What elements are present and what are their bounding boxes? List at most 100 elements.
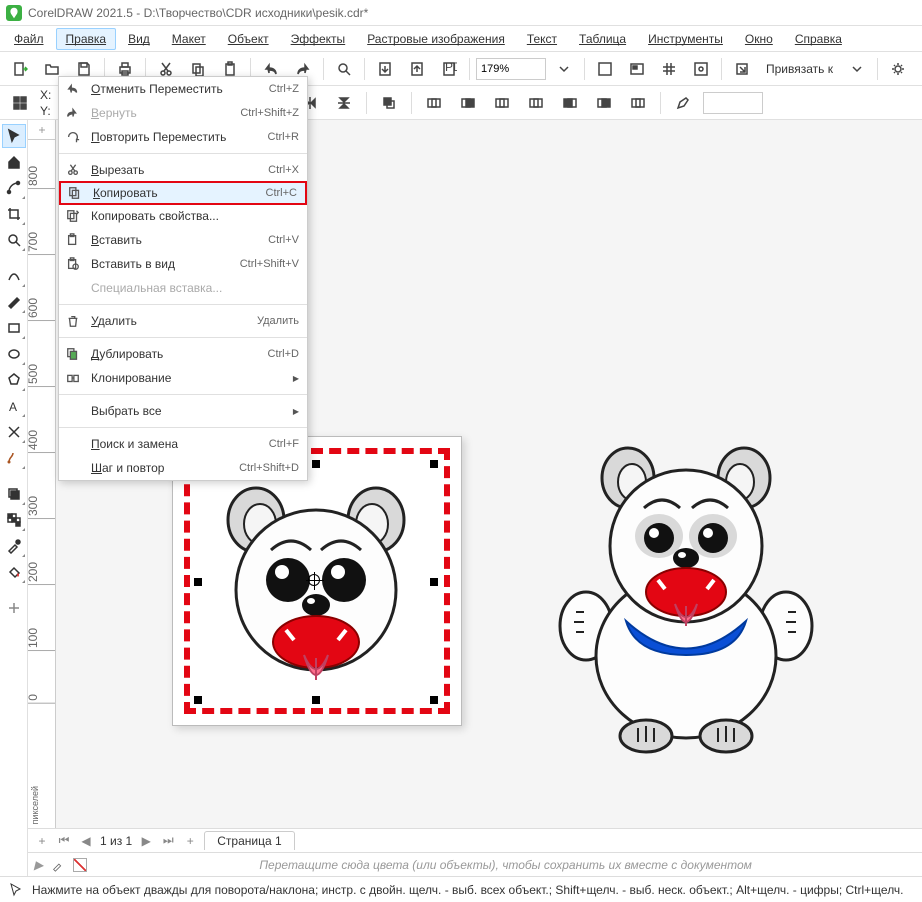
- sel-handle-w[interactable]: [194, 578, 202, 586]
- eyedropper-icon[interactable]: [51, 858, 65, 872]
- ruler-unit-label: пикселей: [30, 786, 40, 824]
- new-doc-button[interactable]: [6, 55, 34, 83]
- guides-button[interactable]: [687, 55, 715, 83]
- snap-dropdown-button[interactable]: [843, 55, 871, 83]
- presets-button[interactable]: [6, 89, 34, 117]
- transparency-tool[interactable]: [2, 508, 26, 532]
- last-page-button[interactable]: ⏭: [160, 833, 176, 849]
- menu-tools[interactable]: Инструменты: [638, 28, 733, 50]
- polygon-tool[interactable]: [2, 368, 26, 392]
- mirror-v-button[interactable]: [330, 89, 358, 117]
- launch-button[interactable]: [728, 55, 756, 83]
- pick-tool[interactable]: [2, 124, 26, 148]
- menu-item[interactable]: Шаг и повторCtrl+Shift+D: [59, 456, 307, 480]
- zoom-input[interactable]: [476, 58, 546, 80]
- zoom-tool[interactable]: [2, 228, 26, 252]
- menu-object[interactable]: Объект: [218, 28, 279, 50]
- order-front-button[interactable]: [375, 89, 403, 117]
- menu-item[interactable]: Копировать свойства...: [59, 204, 307, 228]
- simplify-button[interactable]: [522, 89, 550, 117]
- menu-view[interactable]: Вид: [118, 28, 160, 50]
- menu-item[interactable]: Повторить ПереместитьCtrl+R: [59, 125, 307, 149]
- snap-to-label[interactable]: Привязать к: [760, 62, 839, 76]
- menu-help[interactable]: Справка: [785, 28, 852, 50]
- outline-width-input[interactable]: [703, 92, 763, 114]
- menu-table[interactable]: Таблица: [569, 28, 636, 50]
- add-tool[interactable]: [2, 596, 26, 620]
- menu-bitmaps[interactable]: Растровые изображения: [357, 28, 515, 50]
- menu-item[interactable]: ВставитьCtrl+V: [59, 228, 307, 252]
- dimension-tool[interactable]: [2, 420, 26, 444]
- eyedropper-tool[interactable]: [2, 534, 26, 558]
- grid-button[interactable]: [655, 55, 683, 83]
- sel-handle-ne[interactable]: [430, 460, 438, 468]
- edit-menu-dropdown: Отменить ПереместитьCtrl+ZВернутьCtrl+Sh…: [58, 76, 308, 481]
- publish-pdf-button[interactable]: PDF: [435, 55, 463, 83]
- back-minus-front-button[interactable]: [590, 89, 618, 117]
- menu-item: Специальная вставка...: [59, 276, 307, 300]
- menu-text[interactable]: Текст: [517, 28, 567, 50]
- menu-item[interactable]: Вставить в видCtrl+Shift+V: [59, 252, 307, 276]
- sel-center-marker[interactable]: [308, 574, 320, 586]
- ellipse-tool[interactable]: [2, 342, 26, 366]
- menu-item[interactable]: УдалитьУдалить: [59, 309, 307, 333]
- intersect-button[interactable]: [488, 89, 516, 117]
- ruler-vertical[interactable]: пикселей 9008007006005004003002001000: [28, 140, 56, 828]
- menu-effects[interactable]: Эффекты: [281, 28, 356, 50]
- sel-handle-sw[interactable]: [194, 696, 202, 704]
- separator: [584, 58, 585, 80]
- weld-button[interactable]: [420, 89, 448, 117]
- fullscreen-button[interactable]: [591, 55, 619, 83]
- menu-layout[interactable]: Макет: [162, 28, 216, 50]
- palette-hint: Перетащите сюда цвета (или объекты), что…: [95, 858, 916, 872]
- rectangle-tool[interactable]: [2, 316, 26, 340]
- front-minus-back-button[interactable]: [556, 89, 584, 117]
- palette-flyout-button[interactable]: ▶: [34, 858, 43, 872]
- x-label: X:: [40, 88, 51, 102]
- next-page-button[interactable]: ▶: [138, 833, 154, 849]
- no-fill-swatch[interactable]: [73, 858, 87, 872]
- add-page-before-button[interactable]: +: [34, 833, 50, 849]
- trim-button[interactable]: [454, 89, 482, 117]
- menu-item[interactable]: КопироватьCtrl+C: [59, 181, 307, 205]
- menu-item[interactable]: Поиск и заменаCtrl+F: [59, 432, 307, 456]
- connector-tool[interactable]: [2, 446, 26, 470]
- menu-window[interactable]: Окно: [735, 28, 783, 50]
- page-tab-1[interactable]: Страница 1: [204, 831, 294, 850]
- zoom-dropdown-button[interactable]: [550, 55, 578, 83]
- import-button[interactable]: [371, 55, 399, 83]
- artistic-media-tool[interactable]: [2, 290, 26, 314]
- add-page-after-button[interactable]: +: [182, 833, 198, 849]
- menu-item[interactable]: Выбрать все▶: [59, 399, 307, 423]
- menu-item[interactable]: Клонирование▶: [59, 366, 307, 390]
- menu-edit[interactable]: Правка: [56, 28, 117, 50]
- preview-button[interactable]: [623, 55, 651, 83]
- drop-shadow-tool[interactable]: [2, 482, 26, 506]
- menu-item[interactable]: ДублироватьCtrl+D: [59, 342, 307, 366]
- crop-tool[interactable]: [2, 202, 26, 226]
- ruler-corner[interactable]: [28, 120, 56, 140]
- sel-handle-e[interactable]: [430, 578, 438, 586]
- artwork-dog-full[interactable]: [546, 436, 826, 756]
- menu-file[interactable]: Файл: [4, 28, 54, 50]
- svg-text:A: A: [9, 400, 17, 414]
- menu-item[interactable]: Отменить ПереместитьCtrl+Z: [59, 77, 307, 101]
- sel-handle-n[interactable]: [312, 460, 320, 468]
- export-button[interactable]: [403, 55, 431, 83]
- options-button[interactable]: [884, 55, 912, 83]
- shape-tool[interactable]: [2, 176, 26, 200]
- sel-handle-se[interactable]: [430, 696, 438, 704]
- window-title: CorelDRAW 2021.5 - D:\Творчество\CDR исх…: [28, 6, 368, 20]
- text-tool[interactable]: A: [2, 394, 26, 418]
- freehand-tool[interactable]: [2, 264, 26, 288]
- home-tool[interactable]: [2, 150, 26, 174]
- document-palette[interactable]: ▶ Перетащите сюда цвета (или объекты), ч…: [28, 852, 922, 876]
- sel-handle-s[interactable]: [312, 696, 320, 704]
- prev-page-button[interactable]: ◀: [78, 833, 94, 849]
- boundary-button[interactable]: [624, 89, 652, 117]
- menu-item[interactable]: ВырезатьCtrl+X: [59, 158, 307, 182]
- search-button[interactable]: [330, 55, 358, 83]
- outline-pen-button[interactable]: [669, 89, 697, 117]
- fill-tool[interactable]: [2, 560, 26, 584]
- first-page-button[interactable]: ⏮: [56, 833, 72, 849]
